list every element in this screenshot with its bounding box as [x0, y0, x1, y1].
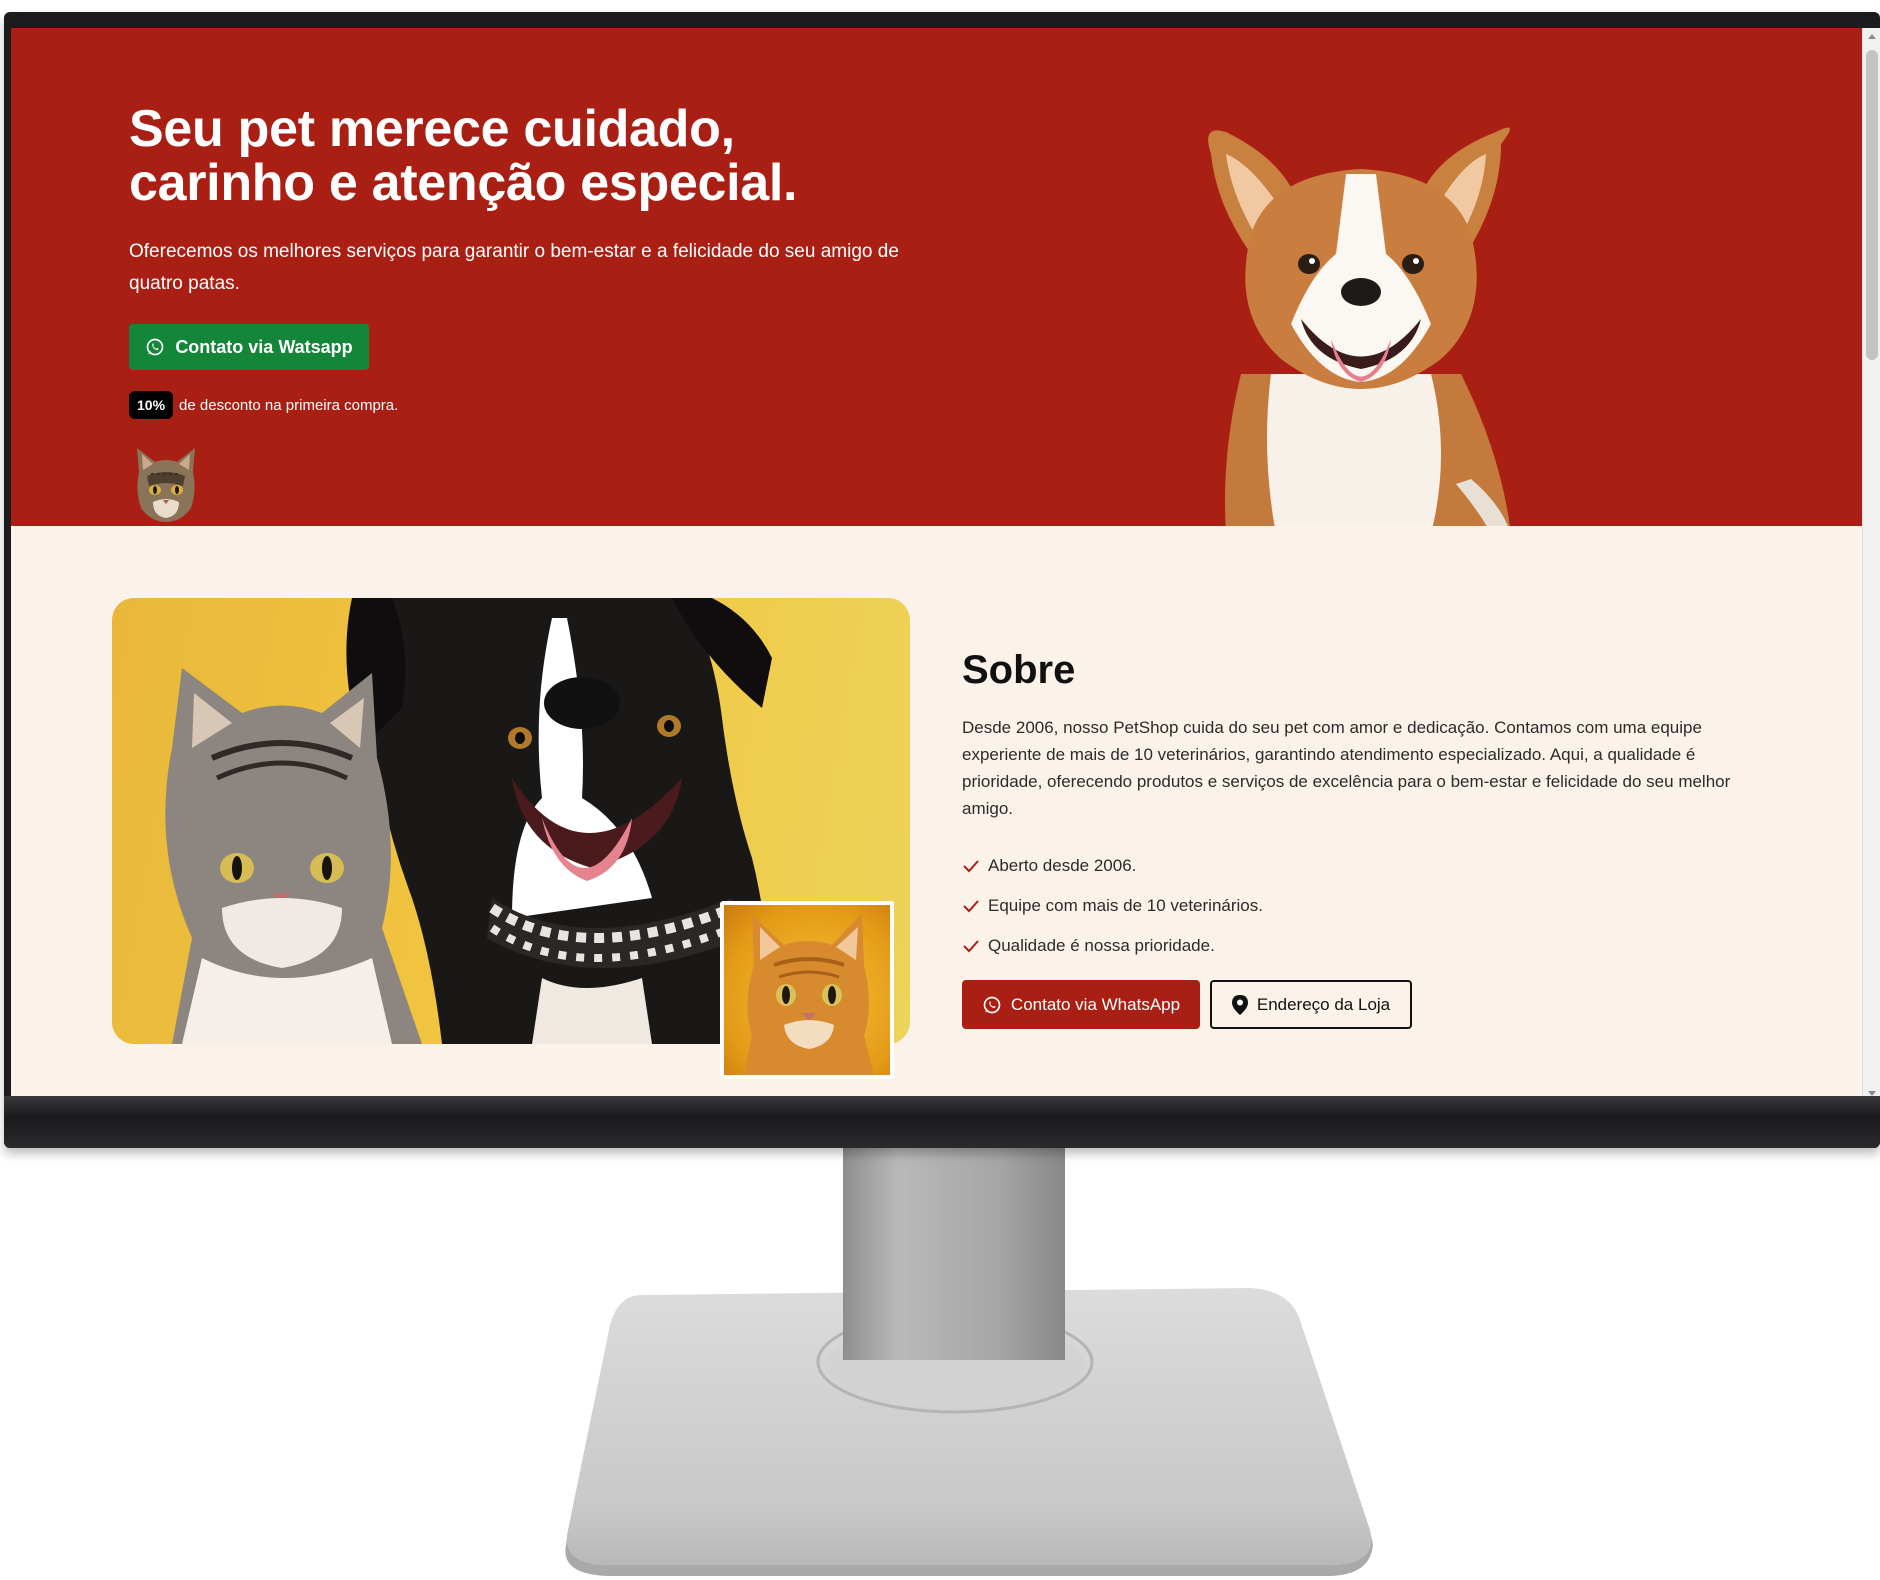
feature-item: Equipe com mais de 10 veterinários.: [962, 886, 1263, 926]
hero-title-line2: carinho e atenção especial.: [129, 154, 798, 212]
feature-item: Aberto desde 2006.: [962, 846, 1263, 886]
promo-text: de desconto na primeira compra.: [179, 396, 399, 414]
feature-item: Qualidade é nossa prioridade.: [962, 926, 1263, 966]
hero-title: Seu pet merece cuidado, carinho e atençã…: [129, 102, 889, 210]
scrollbar-thumb[interactable]: [1866, 50, 1878, 360]
hero-whatsapp-button[interactable]: Contato via Watsapp: [129, 324, 369, 370]
hero-section: Seu pet merece cuidado, carinho e atençã…: [11, 28, 1862, 526]
whatsapp-icon: [146, 338, 164, 356]
promo-badge: 10%: [129, 391, 174, 419]
map-pin-icon: [1231, 994, 1248, 1015]
about-whatsapp-button[interactable]: Contato via WhatsApp: [962, 980, 1200, 1029]
store-address-button[interactable]: Endereço da Loja: [1210, 980, 1412, 1029]
feature-label: Equipe com mais de 10 veterinários.: [988, 896, 1263, 915]
page-scrollbar[interactable]: [1862, 28, 1880, 1102]
feature-label: Aberto desde 2006.: [988, 856, 1137, 875]
about-whatsapp-label: Contato via WhatsApp: [1010, 994, 1181, 1014]
check-icon: [963, 940, 979, 953]
promo-line: 10% de desconto na primeira compra.: [129, 391, 398, 419]
about-title: Sobre: [962, 648, 1076, 692]
store-address-label: Endereço da Loja: [1256, 994, 1391, 1014]
hero-whatsapp-label: Contato via Watsapp: [175, 336, 353, 357]
hero-title-line1: Seu pet merece cuidado,: [129, 100, 735, 158]
cat-sticker-image: [137, 448, 195, 522]
monitor-bezel: Seu pet merece cuidado, carinho e atençã…: [4, 12, 1880, 1148]
check-icon: [963, 860, 979, 873]
about-description: Desde 2006, nosso PetShop cuida do seu p…: [962, 718, 1731, 818]
feature-label: Qualidade é nossa prioridade.: [988, 936, 1215, 955]
scroll-down-arrow-icon[interactable]: [1868, 1091, 1876, 1096]
feature-list: Aberto desde 2006. Equipe com mais de 10…: [962, 846, 1263, 966]
hero-subtitle: Oferecemos os melhores serviços para gar…: [129, 241, 899, 294]
browser-viewport: Seu pet merece cuidado, carinho e atençã…: [11, 28, 1880, 1102]
orange-cat-photo: [720, 901, 894, 1079]
scroll-up-arrow-icon[interactable]: [1868, 34, 1876, 39]
whatsapp-icon: [983, 996, 1001, 1013]
corgi-dog-image: [1208, 127, 1510, 526]
check-icon: [963, 900, 979, 913]
